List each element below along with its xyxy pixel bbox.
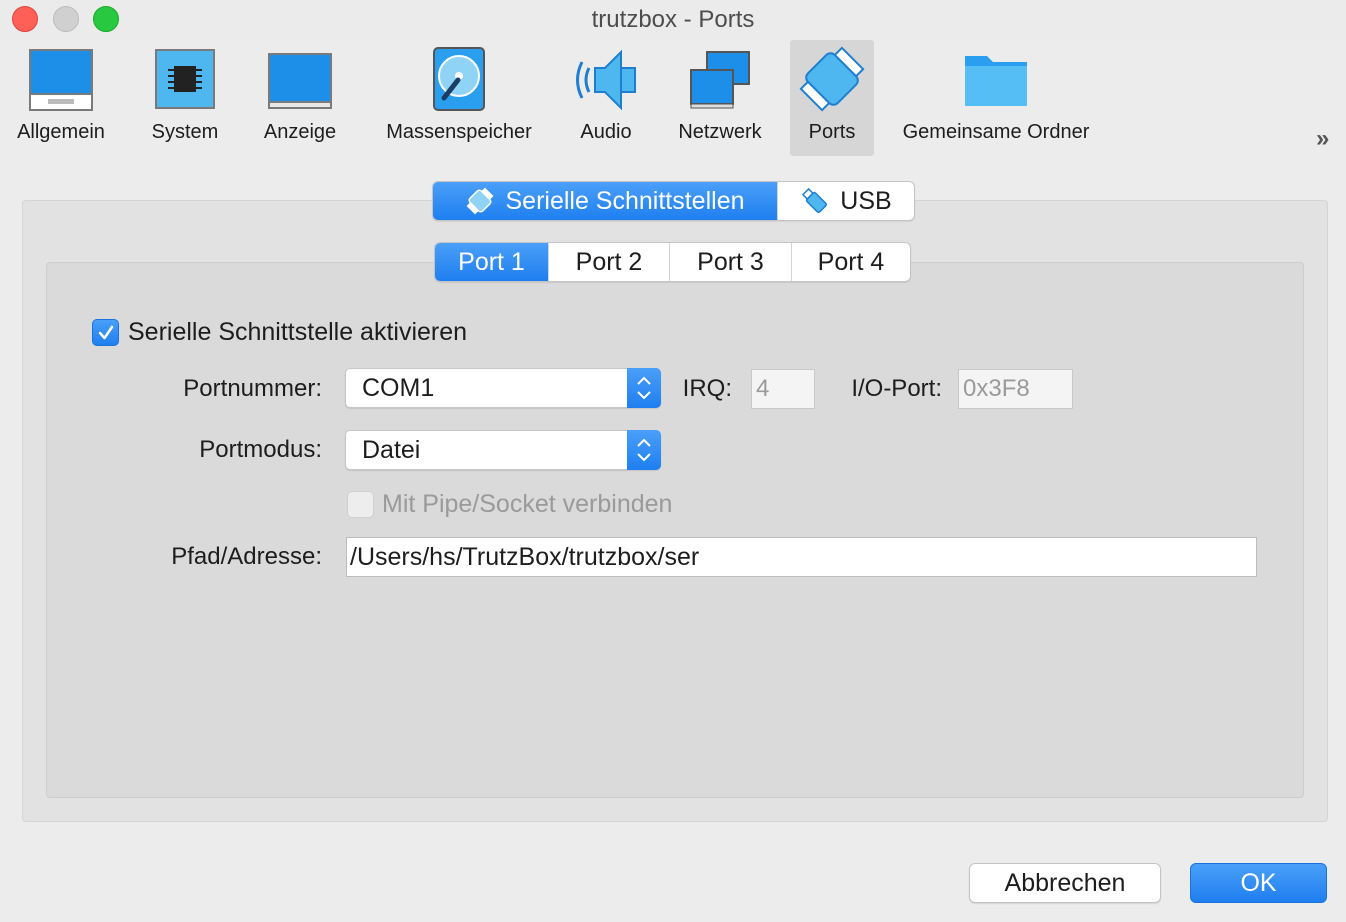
pipe-socket-checkbox[interactable] <box>347 491 374 518</box>
portnummer-label: Portnummer: <box>183 375 322 402</box>
tab-port-2[interactable]: Port 2 <box>549 243 670 281</box>
serial-port-icon <box>799 46 865 112</box>
tab-serielle-schnittstellen[interactable]: Serielle Schnittstellen <box>433 182 778 220</box>
title-bar: trutzbox - Ports <box>0 0 1346 40</box>
checkmark-icon <box>98 325 113 339</box>
toolbar-item-anzeige[interactable]: Anzeige <box>250 40 350 156</box>
chip-icon <box>155 49 215 109</box>
settings-toolbar: Allgemein System Anzeige Massenspeicher <box>0 40 1346 158</box>
chevron-updown-icon <box>627 368 661 408</box>
main-tab-bar: Serielle Schnittstellen USB <box>432 181 915 221</box>
serial-port-icon <box>467 187 494 215</box>
path-label: Pfad/Adresse: <box>171 543 322 570</box>
irq-field[interactable]: 4 <box>751 369 815 409</box>
network-icon <box>690 51 750 109</box>
toolbar-item-massenspeicher[interactable]: Massenspeicher <box>372 40 546 156</box>
chevron-updown-icon <box>627 430 661 470</box>
portmodus-select[interactable]: Datei <box>345 430 661 470</box>
enable-serial-checkbox[interactable] <box>92 319 119 346</box>
more-toolbar-items-icon[interactable]: » <box>1316 125 1330 153</box>
ioport-field[interactable]: 0x3F8 <box>958 369 1073 409</box>
tab-usb[interactable]: USB <box>778 182 914 220</box>
tab-port-1[interactable]: Port 1 <box>435 243 549 281</box>
monitor-general-icon <box>29 49 93 111</box>
ioport-label: I/O-Port: <box>851 375 942 402</box>
enable-serial-label: Serielle Schnittstelle aktivieren <box>128 318 468 346</box>
toolbar-item-gemeinsame-ordner[interactable]: Gemeinsame Ordner <box>894 40 1098 156</box>
toolbar-item-system[interactable]: System <box>130 40 240 156</box>
toolbar-item-netzwerk[interactable]: Netzwerk <box>666 40 774 156</box>
toolbar-item-audio[interactable]: Audio <box>566 40 646 156</box>
display-icon <box>268 53 332 109</box>
ok-button[interactable]: OK <box>1190 863 1327 903</box>
tab-port-4[interactable]: Port 4 <box>792 243 910 281</box>
folder-icon <box>965 56 1027 106</box>
window-title: trutzbox - Ports <box>591 6 755 33</box>
port-tab-bar: Port 1 Port 2 Port 3 Port 4 <box>434 242 911 282</box>
cancel-button[interactable]: Abbrechen <box>969 863 1161 903</box>
portmodus-label: Portmodus: <box>199 436 322 463</box>
usb-icon <box>802 187 828 213</box>
tab-port-3[interactable]: Port 3 <box>670 243 792 281</box>
path-input[interactable]: /Users/hs/TrutzBox/trutzbox/ser <box>346 537 1257 577</box>
irq-label: IRQ: <box>682 375 732 402</box>
pipe-socket-label: Mit Pipe/Socket verbinden <box>382 490 673 518</box>
toolbar-item-ports[interactable]: Ports <box>790 40 874 156</box>
speaker-icon <box>576 49 636 111</box>
toolbar-item-allgemein[interactable]: Allgemein <box>2 40 120 156</box>
hard-disk-icon <box>433 47 485 111</box>
portnummer-select[interactable]: COM1 <box>345 368 661 408</box>
